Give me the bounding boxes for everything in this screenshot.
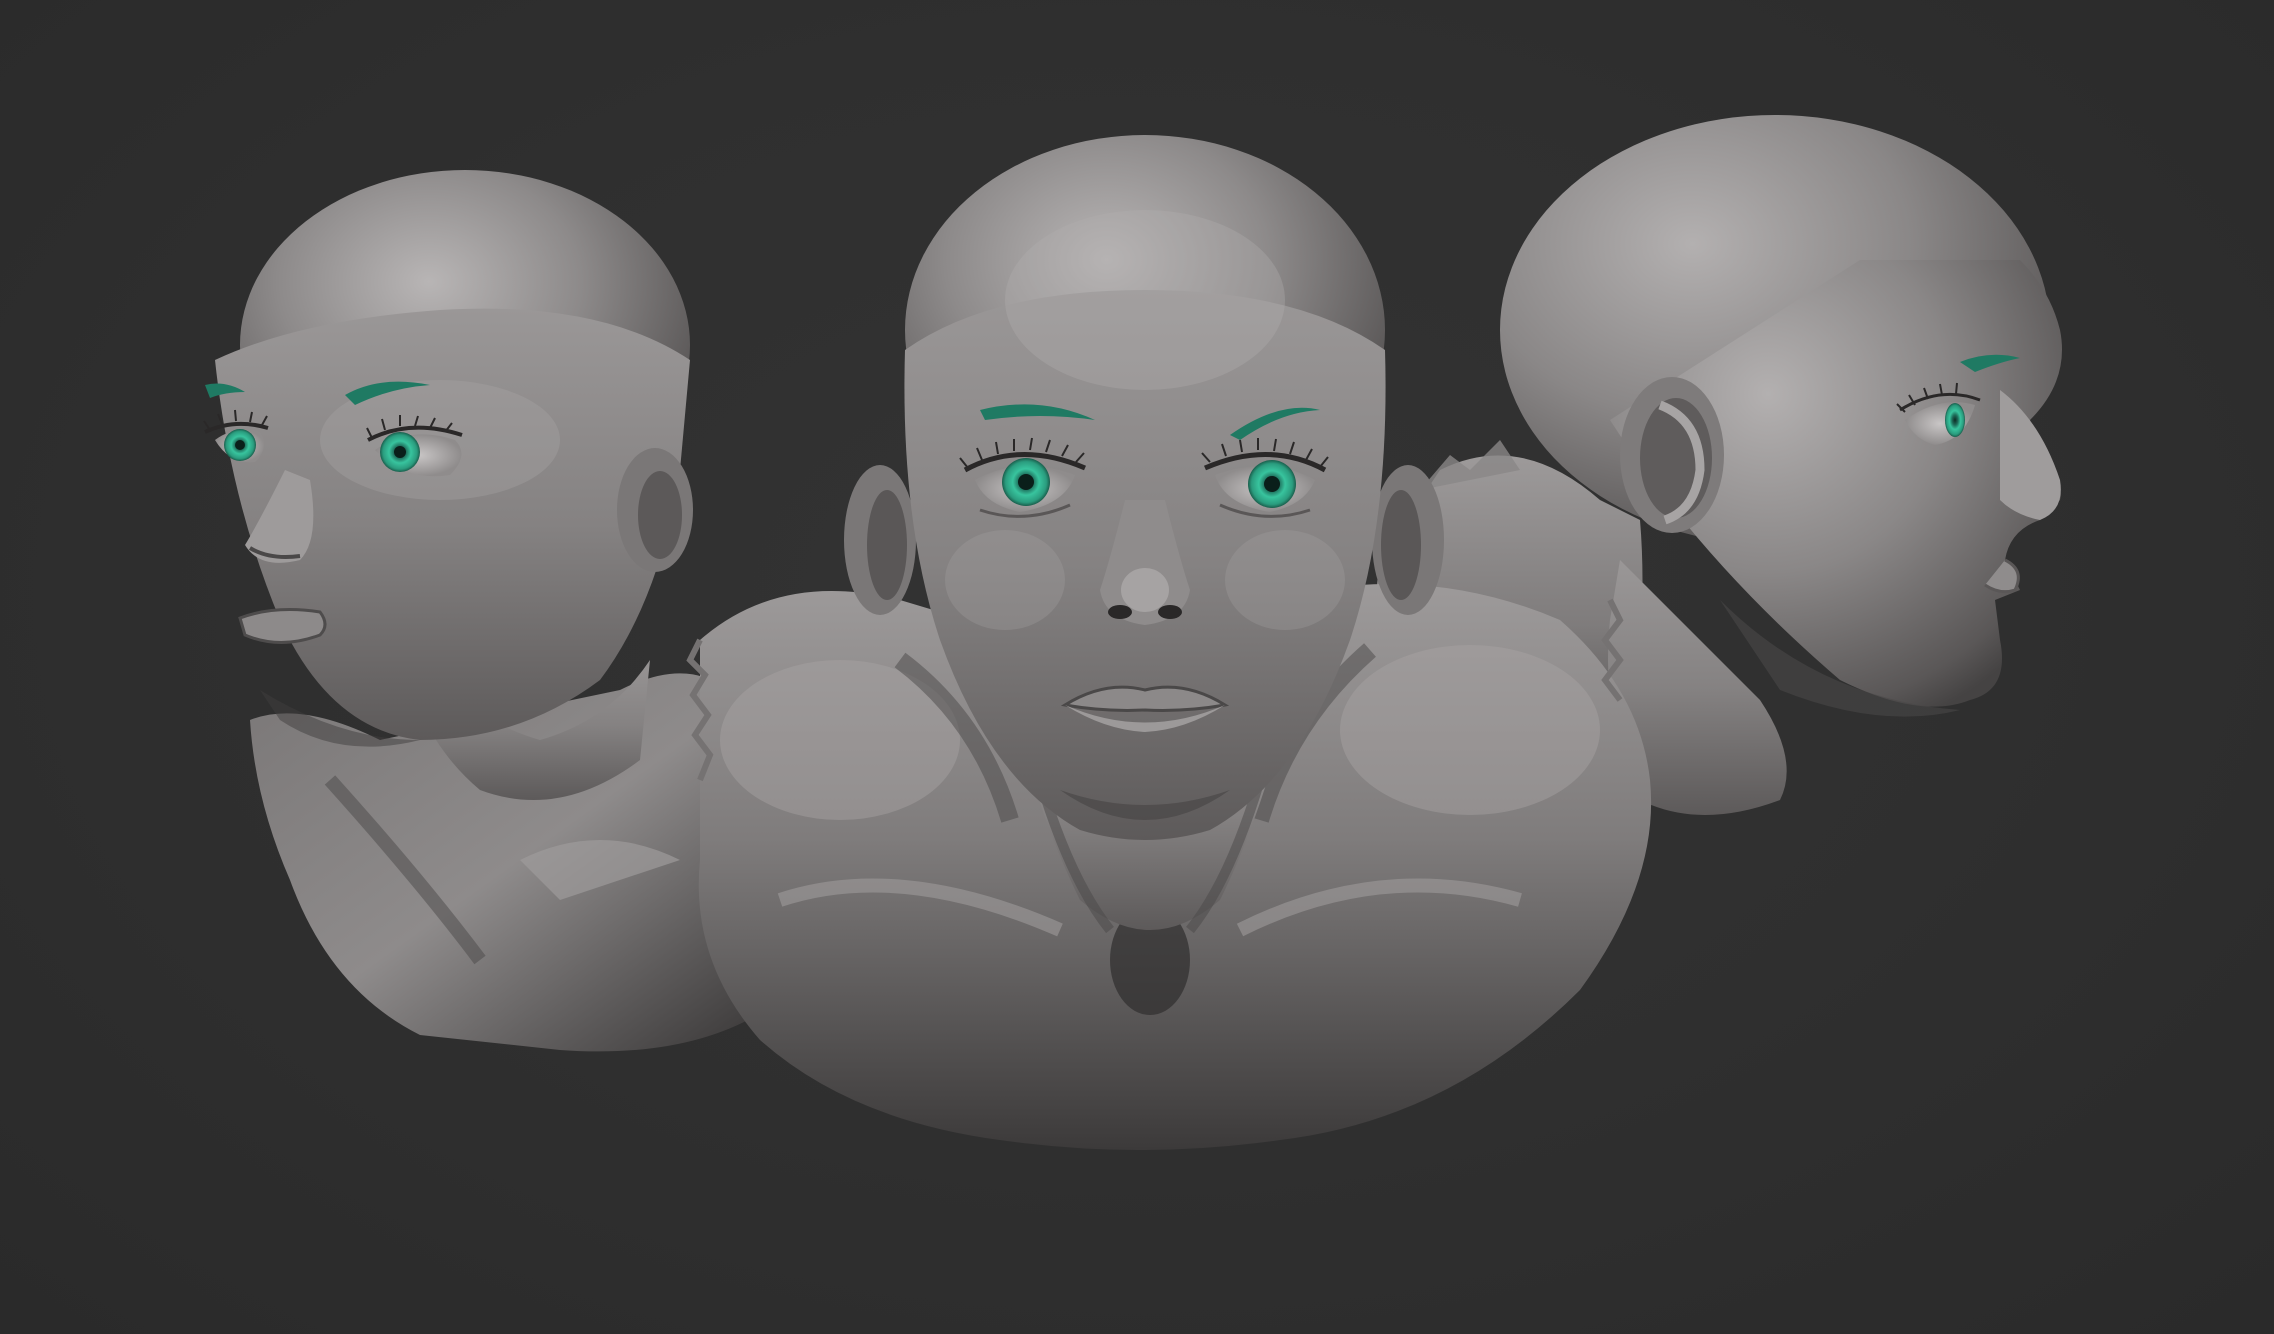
front-ear-right xyxy=(1372,465,1444,615)
front-ear-left xyxy=(844,465,916,615)
three-quarter-ear xyxy=(617,448,693,572)
profile-ear xyxy=(1620,377,1724,533)
sculpt-render xyxy=(203,115,2062,1150)
sculpt-viewport xyxy=(0,0,2274,1334)
three-quarter-bust xyxy=(203,170,780,1052)
